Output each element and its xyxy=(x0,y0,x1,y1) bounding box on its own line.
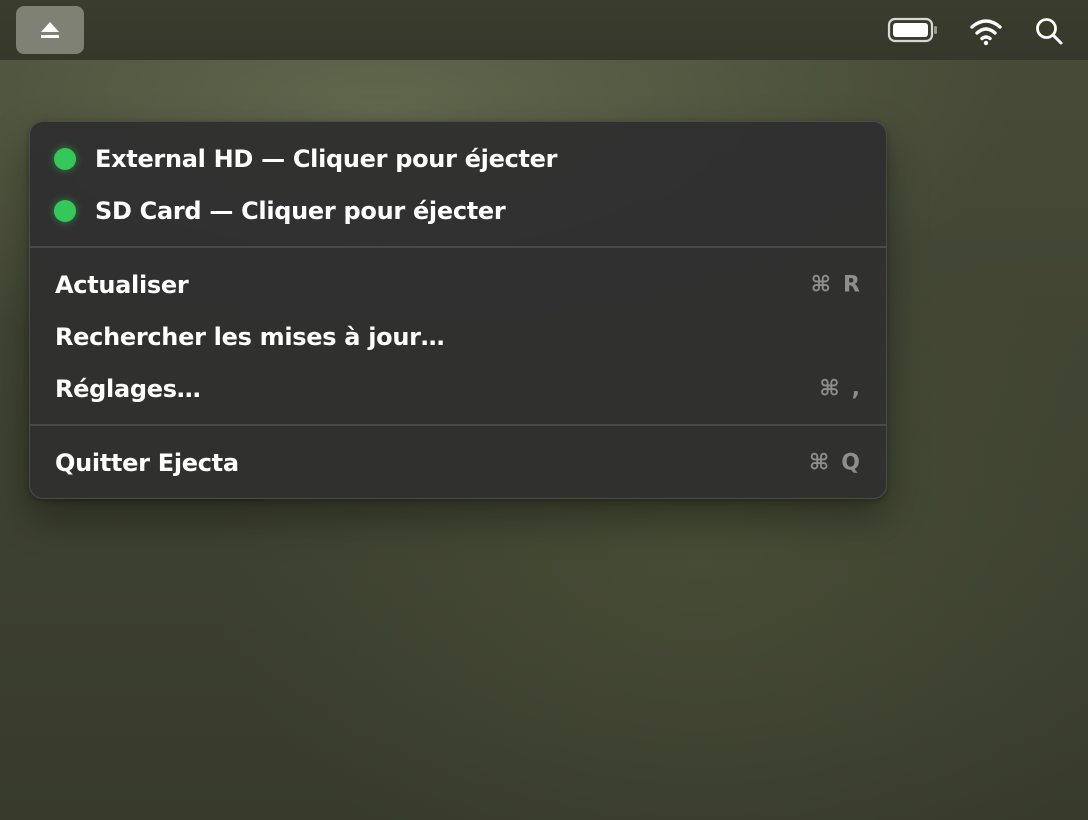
volume-item-label: SD Card — Cliquer pour éjecter xyxy=(95,197,506,225)
spotlight-search[interactable] xyxy=(1030,14,1068,48)
eject-icon xyxy=(41,22,59,38)
volume-status-dot xyxy=(54,200,76,222)
command-key-icon: ⌘ xyxy=(808,450,830,476)
battery-status[interactable] xyxy=(886,14,940,46)
volume-item-external-hd[interactable]: External HD — Cliquer pour éjecter xyxy=(30,134,886,184)
menu-item-refresh[interactable]: Actualiser ⌘ R xyxy=(30,260,886,310)
volume-item-label: External HD — Cliquer pour éjecter xyxy=(95,145,558,173)
magnifying-glass-icon xyxy=(1036,18,1063,45)
menu-item-label: Actualiser xyxy=(55,271,189,299)
keyboard-shortcut: ⌘ , xyxy=(819,377,860,402)
wifi-status[interactable] xyxy=(966,14,1006,48)
volume-item-sd-card[interactable]: SD Card — Cliquer pour éjecter xyxy=(30,186,886,236)
volume-status-dot xyxy=(54,148,76,170)
menu-bar xyxy=(0,0,1088,60)
shortcut-key: , xyxy=(851,376,860,402)
ejecta-dropdown-menu: External HD — Cliquer pour éjecter SD Ca… xyxy=(29,121,887,499)
menu-item-check-updates[interactable]: Rechercher les mises à jour… xyxy=(30,312,886,362)
menu-item-label: Rechercher les mises à jour… xyxy=(55,323,445,351)
wifi-icon xyxy=(970,19,1002,46)
keyboard-shortcut: ⌘ Q xyxy=(809,451,860,476)
menu-item-settings[interactable]: Réglages… ⌘ , xyxy=(30,364,886,414)
keyboard-shortcut: ⌘ R xyxy=(811,273,860,298)
menu-item-label: Réglages… xyxy=(55,375,201,403)
battery-icon xyxy=(887,17,937,43)
shortcut-key: Q xyxy=(841,450,860,476)
command-key-icon: ⌘ xyxy=(819,376,840,402)
ejecta-menubar-button[interactable] xyxy=(16,6,84,54)
menu-item-quit[interactable]: Quitter Ejecta ⌘ Q xyxy=(30,438,886,488)
menu-divider xyxy=(30,246,886,248)
menu-item-label: Quitter Ejecta xyxy=(55,449,239,477)
menu-divider xyxy=(30,424,886,426)
shortcut-key: R xyxy=(843,272,860,298)
command-key-icon: ⌘ xyxy=(810,272,832,298)
